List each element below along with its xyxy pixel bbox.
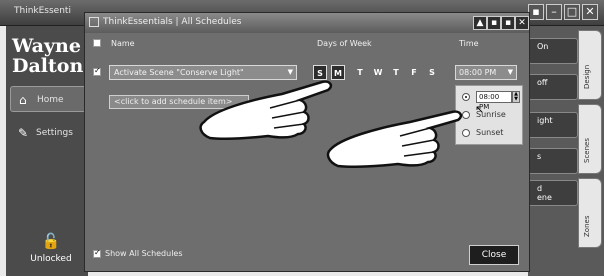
sunset-radio[interactable] xyxy=(462,129,470,137)
close-button[interactable]: Close xyxy=(469,245,519,265)
scene-dropdown-value: Activate Scene "Conserve Light" xyxy=(114,68,244,77)
right-panel-button-5[interactable]: d ene xyxy=(528,180,578,206)
day-toggle-monday[interactable]: M xyxy=(331,65,345,80)
day-toggle-sunday[interactable]: S xyxy=(313,65,327,80)
mouse-cursor-icon: ↖ xyxy=(475,103,485,116)
time-options-popup: 08:00 PM ▲ ▼ Sunrise Sunset xyxy=(455,85,523,145)
show-all-checkbox[interactable] xyxy=(93,248,101,258)
sidebar-item-settings[interactable]: ✎ Settings xyxy=(10,120,86,146)
select-all-checkbox[interactable] xyxy=(93,39,101,47)
schedule-row-checkbox[interactable] xyxy=(93,66,101,76)
day-toggle-tuesday[interactable]: T xyxy=(353,65,367,80)
time-input[interactable]: 08:00 PM xyxy=(476,91,512,111)
dialog-up-button[interactable]: ▲ xyxy=(473,16,487,30)
chevron-down-icon: ▼ xyxy=(507,68,513,76)
background-menu-button[interactable]: ▪ xyxy=(528,4,544,20)
show-all-label: Show All Schedules xyxy=(105,249,183,258)
background-minimize-button[interactable]: – xyxy=(546,4,562,20)
time-spinner[interactable]: ▲ ▼ xyxy=(512,91,520,103)
scene-dropdown[interactable]: Activate Scene "Conserve Light" ▼ xyxy=(109,65,297,80)
right-panel-button-4[interactable]: s xyxy=(528,148,578,174)
lock-toggle[interactable]: 🔓 Unlocked xyxy=(26,232,76,264)
column-time-header: Time xyxy=(459,39,479,48)
tab-design[interactable]: Design xyxy=(578,30,602,100)
tab-zones-label: Zones xyxy=(583,215,591,237)
day-toggle-friday[interactable]: F xyxy=(407,65,421,80)
brand-logo: Wayne Dalton xyxy=(12,36,83,76)
add-schedule-item-field[interactable]: <click to add schedule item> xyxy=(109,95,249,109)
all-schedules-dialog: ThinkEssentials | All Schedules ▲ ▪ ▪ ✕ … xyxy=(84,12,530,272)
time-dropdown[interactable]: 08:00 PM ▼ xyxy=(455,65,517,80)
dialog-maximize-button[interactable]: ▪ xyxy=(501,16,515,30)
background-window-title: ThinkEssenti xyxy=(14,6,71,16)
column-name-header: Name xyxy=(111,39,135,48)
tab-design-label: Design xyxy=(583,64,591,89)
brand-line-2: Dalton xyxy=(12,55,84,77)
column-header: Name Days of Week Time xyxy=(85,34,529,52)
chevron-down-icon: ▼ xyxy=(287,68,293,76)
dialog-title: ThinkEssentials | All Schedules xyxy=(103,17,242,27)
sunset-label: Sunset xyxy=(476,128,504,137)
background-maximize-button[interactable]: □ xyxy=(564,4,580,20)
app-icon xyxy=(89,17,99,27)
sidebar-item-label: Settings xyxy=(36,128,73,138)
right-panel-button-2[interactable]: off xyxy=(528,74,578,100)
day-toggle-thursday[interactable]: T xyxy=(389,65,403,80)
specific-time-radio[interactable] xyxy=(462,93,470,101)
unlocked-padlock-icon: 🔓 xyxy=(41,232,61,250)
tab-scenes[interactable]: Scenes xyxy=(578,104,602,174)
background-close-button[interactable]: ✕ xyxy=(582,4,598,20)
right-panel-button-1[interactable]: On xyxy=(528,38,578,64)
tab-zones[interactable]: Zones xyxy=(578,178,602,248)
wrench-icon: ✎ xyxy=(18,126,29,140)
column-days-header: Days of Week xyxy=(317,39,372,48)
dialog-close-x-button[interactable]: ✕ xyxy=(515,16,529,30)
lock-status-label: Unlocked xyxy=(30,254,72,264)
sidebar-item-label: Home xyxy=(37,95,64,105)
time-dropdown-value: 08:00 PM xyxy=(459,68,497,77)
dialog-footer: Show All Schedules Close xyxy=(85,239,529,271)
sunrise-radio[interactable] xyxy=(462,111,470,119)
right-panel-button-3[interactable]: ight xyxy=(528,112,578,138)
dialog-titlebar: ThinkEssentials | All Schedules ▲ ▪ ▪ ✕ xyxy=(85,13,529,33)
home-icon: ⌂ xyxy=(19,93,27,107)
tab-scenes-label: Scenes xyxy=(583,138,591,163)
day-toggle-saturday[interactable]: S xyxy=(425,65,439,80)
brand-line-1: Wayne xyxy=(12,35,81,57)
dialog-minimize-button[interactable]: ▪ xyxy=(487,16,501,30)
schedule-row: Activate Scene "Conserve Light" ▼ S M T … xyxy=(85,65,529,85)
sidebar-item-home[interactable]: ⌂ Home xyxy=(10,86,86,112)
day-toggle-wednesday[interactable]: W xyxy=(371,65,385,80)
